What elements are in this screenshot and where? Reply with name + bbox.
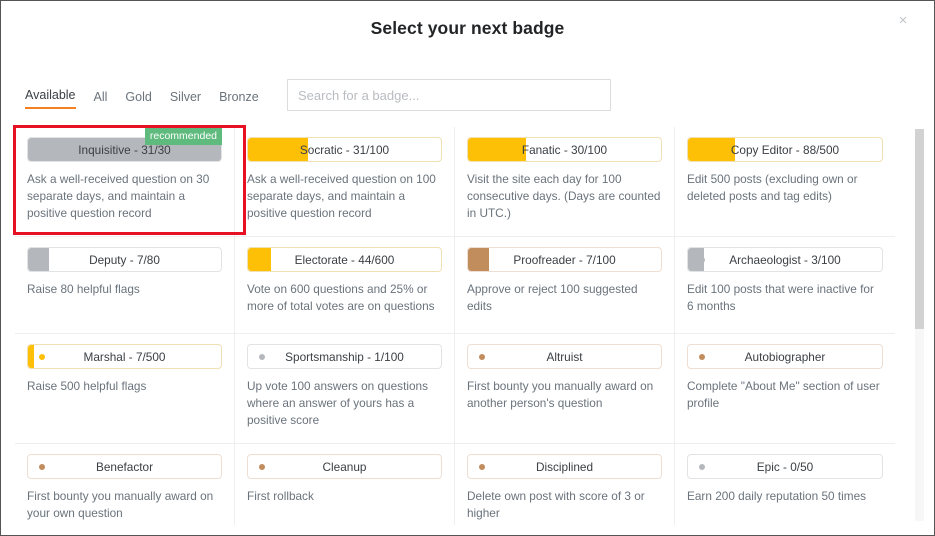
- badge-name-label: Electorate - 44/600: [294, 252, 395, 267]
- badge-progress-bar[interactable]: Archaeologist - 3/100: [687, 247, 883, 272]
- badge-progress-fill: [28, 345, 34, 368]
- badge-progress-fill: [468, 248, 490, 271]
- badge-description: Vote on 600 questions and 25% or more of…: [247, 282, 435, 313]
- badge-name-label: Epic - 0/50: [756, 459, 814, 474]
- badge-tier-dot-icon: [479, 463, 485, 470]
- badge-card[interactable]: Sportsmanship - 1/100 Up vote 100 answers…: [235, 334, 455, 444]
- badge-card[interactable]: Proofreader - 7/100 Approve or reject 100…: [455, 237, 675, 334]
- badge-grid-scroll-area[interactable]: recommended Inquisitive - 31/30 Ask a well…: [15, 127, 922, 525]
- badge-progress-bar[interactable]: Disciplined: [467, 454, 662, 479]
- badge-card[interactable]: Cleanup First rollback: [235, 444, 455, 525]
- badge-name-label: Marshal - 7/500: [83, 349, 166, 364]
- badge-progress-bar[interactable]: Marshal - 7/500: [27, 344, 222, 369]
- badge-card[interactable]: recommended Inquisitive - 31/30 Ask a well…: [15, 127, 235, 237]
- badge-card[interactable]: Socratic - 31/100 Ask a well-received que…: [235, 127, 455, 237]
- badge-tier-dot-icon: [259, 256, 265, 263]
- badge-card[interactable]: Altruist First bounty you manually award …: [455, 334, 675, 444]
- badge-tier-dot-icon: [699, 353, 705, 360]
- page-title: Select your next badge: [370, 18, 565, 38]
- badge-progress-bar[interactable]: Benefactor: [27, 454, 222, 479]
- badge-name-label: Sportsmanship - 1/100: [285, 349, 404, 364]
- badge-progress-bar[interactable]: Deputy - 7/80: [27, 247, 222, 272]
- badge-card[interactable]: Benefactor First bounty you manually awar…: [15, 444, 235, 525]
- badge-name-label: Benefactor: [95, 459, 154, 474]
- badge-progress-bar[interactable]: Autobiographer: [687, 344, 883, 369]
- badge-description: Raise 500 helpful flags: [27, 379, 147, 393]
- badge-name-label: Disciplined: [535, 459, 594, 474]
- badge-card[interactable]: Disciplined Delete own post with score of…: [455, 444, 675, 525]
- badge-description: Ask a well-received question on 100 sepa…: [247, 172, 436, 220]
- badge-tier-dot-icon: [699, 463, 705, 470]
- badge-card[interactable]: Electorate - 44/600 Vote on 600 questions…: [235, 237, 455, 334]
- badge-description: Visit the site each day for 100 consecut…: [467, 172, 661, 220]
- badge-grid: recommended Inquisitive - 31/30 Ask a well…: [15, 127, 895, 525]
- badge-tier-dot-icon: [39, 463, 45, 470]
- badge-selection-modal: Select your next badge × Available All Gol…: [0, 0, 935, 536]
- tab-silver[interactable]: Silver: [170, 90, 201, 109]
- badge-progress-bar[interactable]: Cleanup: [247, 454, 442, 479]
- badge-name-label: Fanatic - 30/100: [521, 142, 608, 157]
- badge-card[interactable]: Marshal - 7/500 Raise 500 helpful flags: [15, 334, 235, 444]
- badge-description: Earn 200 daily reputation 50 times: [687, 489, 867, 503]
- badge-progress-bar[interactable]: Electorate - 44/600: [247, 247, 442, 272]
- badge-progress-bar[interactable]: Socratic - 31/100: [247, 137, 442, 162]
- tab-all[interactable]: All: [94, 90, 108, 109]
- filter-row: Available All Gold Silver Bronze: [1, 77, 934, 117]
- badge-card[interactable]: Epic - 0/50 Earn 200 daily reputation 50 …: [675, 444, 895, 525]
- badge-description: Ask a well-received question on 30 separ…: [27, 172, 210, 220]
- badge-description: Edit 100 posts that were inactive for 6 …: [687, 282, 874, 313]
- badge-progress-fill: [28, 248, 50, 271]
- badge-progress-fill: [248, 138, 308, 161]
- badge-progress-bar[interactable]: Copy Editor - 88/500: [687, 137, 883, 162]
- badge-name-label: Copy Editor - 88/500: [730, 142, 840, 157]
- badge-progress-fill: [468, 138, 526, 161]
- tab-bronze[interactable]: Bronze: [219, 90, 259, 109]
- search-input[interactable]: [287, 79, 611, 111]
- close-icon[interactable]: ×: [894, 12, 912, 30]
- badge-description: Edit 500 posts (excluding own or deleted…: [687, 172, 858, 203]
- badge-description: First bounty you manually award on anoth…: [467, 379, 654, 410]
- badge-description: First bounty you manually award on your …: [27, 489, 214, 520]
- vertical-scrollbar[interactable]: [915, 129, 924, 521]
- badge-name-label: Cleanup: [322, 459, 367, 474]
- badge-progress-bar[interactable]: Epic - 0/50: [687, 454, 883, 479]
- badge-name-label: Deputy - 7/80: [89, 252, 160, 267]
- badge-description: Complete "About Me" section of user prof…: [687, 379, 880, 410]
- scrollbar-thumb[interactable]: [915, 129, 924, 329]
- recommended-badge-tag: recommended: [144, 128, 222, 145]
- badge-tier-dot-icon: [39, 353, 45, 360]
- badge-card[interactable]: Deputy - 7/80 Raise 80 helpful flags: [15, 237, 235, 334]
- badge-card[interactable]: Copy Editor - 88/500 Edit 500 posts (excl…: [675, 127, 895, 237]
- badge-tier-tabs: Available All Gold Silver Bronze: [25, 88, 259, 109]
- badge-name-label: Proofreader - 7/100: [513, 252, 616, 267]
- badge-description: Raise 80 helpful flags: [27, 282, 140, 296]
- modal-header: Select your next badge ×: [1, 1, 934, 61]
- badge-name-label: Altruist: [546, 349, 583, 364]
- badge-card[interactable]: Autobiographer Complete "About Me" sectio…: [675, 334, 895, 444]
- badge-description: Approve or reject 100 suggested edits: [467, 282, 638, 313]
- badge-progress-bar[interactable]: Proofreader - 7/100: [467, 247, 662, 272]
- badge-tier-dot-icon: [699, 256, 705, 263]
- tab-gold[interactable]: Gold: [125, 90, 151, 109]
- badge-description: First rollback: [247, 489, 314, 503]
- badge-progress-bar[interactable]: Altruist: [467, 344, 662, 369]
- badge-tier-dot-icon: [259, 353, 265, 360]
- badge-description: Up vote 100 answers on questions where a…: [247, 379, 428, 427]
- badge-description: Delete own post with score of 3 or highe…: [467, 489, 645, 520]
- badge-name-label: Socratic - 31/100: [299, 142, 390, 157]
- badge-progress-bar[interactable]: Sportsmanship - 1/100: [247, 344, 442, 369]
- badge-name-label: Autobiographer: [744, 349, 826, 364]
- badge-card[interactable]: Archaeologist - 3/100 Edit 100 posts that…: [675, 237, 895, 334]
- badge-card[interactable]: Fanatic - 30/100 Visit the site each day …: [455, 127, 675, 237]
- badge-tier-dot-icon: [479, 353, 485, 360]
- tab-available[interactable]: Available: [25, 88, 76, 109]
- badge-name-label: Archaeologist - 3/100: [729, 252, 841, 267]
- badge-progress-fill: [688, 138, 735, 161]
- badge-progress-bar[interactable]: Fanatic - 30/100: [467, 137, 662, 162]
- badge-tier-dot-icon: [259, 463, 265, 470]
